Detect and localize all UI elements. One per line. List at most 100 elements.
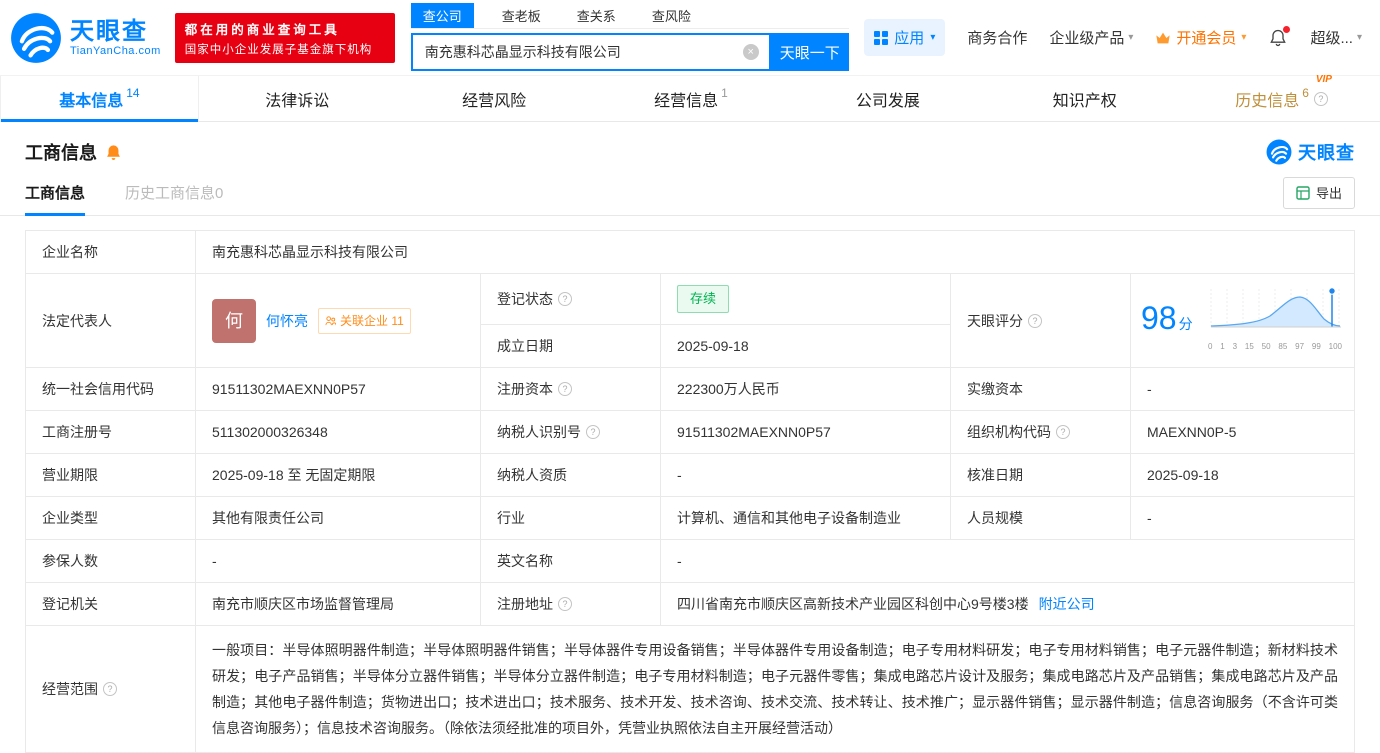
company-type-label: 企业类型 [25, 496, 196, 540]
notification-dot [1283, 25, 1291, 33]
score-chart: 01 3 15 50 85 97 99 100 [1208, 285, 1344, 357]
apps-button[interactable]: 应用 ▾ [864, 19, 946, 56]
search-tab-company[interactable]: 查公司 [410, 3, 474, 28]
promo-line2: 国家中小企业发展子基金旗下机构 [184, 43, 373, 56]
search-input[interactable] [412, 44, 743, 60]
promo-line1: 都在用的商业查询工具 [184, 22, 340, 37]
related-companies-badge[interactable]: 关联企业 11 [318, 307, 411, 334]
export-label: 导出 [1315, 186, 1342, 201]
people-icon [325, 316, 336, 326]
reg-status-value: 存续 [660, 273, 951, 325]
english-name-value: - [660, 539, 1355, 583]
brand-text: 天眼查 [1298, 143, 1355, 163]
help-icon[interactable]: ? [1313, 91, 1328, 106]
company-type-value: 其他有限责任公司 [195, 496, 481, 540]
org-code-value: MAEXNN0P-5 [1130, 410, 1355, 454]
help-icon[interactable]: ? [558, 382, 572, 396]
super-vip-link[interactable]: 超级... ▾ [1310, 27, 1362, 48]
credit-code-label: 统一社会信用代码 [25, 367, 196, 411]
help-icon[interactable]: ? [558, 597, 572, 611]
crown-icon [1156, 32, 1171, 43]
search-button[interactable]: 天眼一下 [770, 33, 849, 71]
org-code-label: 组织机构代码? [950, 410, 1131, 454]
industry-value: 计算机、通信和其他电子设备制造业 [660, 496, 951, 540]
tab-count: 14 [126, 85, 140, 100]
reg-capital-label: 注册资本? [480, 367, 661, 411]
table-row: 企业类型 其他有限责任公司 行业 计算机、通信和其他电子设备制造业 人员规模 - [25, 496, 1355, 540]
apps-label: 应用 [894, 30, 925, 47]
tab-legal-proceedings[interactable]: 法律诉讼 [199, 76, 396, 121]
avatar[interactable]: 何 [212, 298, 256, 343]
export-icon [1296, 185, 1310, 200]
header-right: 应用 ▾ 商务合作 企业级产品 ▾ 开通会员 ▾ 超级... ▾ [864, 19, 1362, 56]
reg-address-label: 注册地址? [480, 582, 661, 626]
tab-history-info[interactable]: 历史信息 6 ? VIP [1183, 73, 1380, 121]
subtab-history-business-info[interactable]: 历史工商信息0 [125, 170, 223, 215]
taxpayer-id-value: 91511302MAEXNN0P57 [660, 410, 951, 454]
business-cooperation-link[interactable]: 商务合作 [967, 27, 1027, 48]
enterprise-product-link[interactable]: 企业级产品 ▾ [1049, 27, 1133, 48]
tab-intellectual-property[interactable]: 知识产权 [986, 76, 1183, 121]
search-box: × [410, 33, 771, 71]
insured-count-label: 参保人数 [25, 539, 196, 583]
taxpayer-quality-label: 纳税人资质 [480, 453, 661, 497]
legal-rep-link[interactable]: 何怀亮 [266, 311, 308, 331]
brand-watermark: 天眼查 [1266, 139, 1355, 165]
monitor-bell-icon[interactable] [105, 144, 122, 161]
tianyancha-logo-icon [10, 12, 62, 64]
credit-code-value: 91511302MAEXNN0P57 [195, 367, 481, 411]
insured-count-value: - [195, 539, 481, 583]
score-value: 98 分 [1141, 299, 1193, 336]
tab-label: 历史信息 [1235, 92, 1300, 110]
logo-title: 天眼查 [70, 17, 148, 45]
taxpayer-quality-value: - [660, 453, 951, 497]
search-tabs: 查公司 查老板 查关系 查风险 [410, 3, 849, 29]
tab-basic-info[interactable]: 基本信息 14 [0, 76, 199, 122]
help-icon[interactable]: ? [103, 682, 117, 696]
paid-capital-value: - [1130, 367, 1355, 411]
nearby-companies-link[interactable]: 附近公司 [1039, 596, 1095, 612]
header: 天眼查 TianYanCha.com 都在用的商业查询工具 国家中小企业发展子基… [0, 0, 1380, 75]
approval-date-value: 2025-09-18 [1130, 453, 1355, 497]
table-row: 法定代表人 何 何怀亮 关联企业 11 登记状态 ? 存续 天眼评分 ? 98 … [25, 273, 1355, 368]
open-vip-label: 开通会员 [1176, 30, 1237, 47]
subtab-row: 工商信息 历史工商信息0 导出 [0, 170, 1380, 216]
table-row: 登记机关 南充市顺庆区市场监督管理局 注册地址? 四川省南充市顺庆区高新技术产业… [25, 582, 1355, 626]
staff-size-label: 人员规模 [950, 496, 1131, 540]
tab-operating-risk[interactable]: 经营风险 [396, 76, 593, 121]
business-scope-value: 一般项目：半导体照明器件制造；半导体照明器件销售；半导体器件专用设备销售；半导体… [195, 625, 1355, 753]
establish-date-label: 成立日期 [480, 324, 661, 368]
help-icon[interactable]: ? [1056, 425, 1070, 439]
score-axis: 01 3 15 50 85 97 99 100 [1208, 341, 1342, 351]
reg-authority-value: 南充市顺庆区市场监督管理局 [195, 582, 481, 626]
search-tab-risk[interactable]: 查风险 [644, 3, 699, 28]
help-icon[interactable]: ? [558, 292, 572, 306]
tianyancha-logo[interactable]: 天眼查 TianYanCha.com [10, 12, 161, 64]
notification-bell[interactable] [1268, 25, 1291, 48]
tab-company-development[interactable]: 公司发展 [789, 76, 986, 121]
paid-capital-label: 实缴资本 [950, 367, 1131, 411]
chevron-down-icon: ▾ [930, 32, 936, 43]
tab-count: 6 [1302, 85, 1309, 100]
chevron-down-icon: ▾ [1241, 32, 1247, 43]
logo-subtitle: TianYanCha.com [70, 44, 161, 57]
tab-label: 基本信息 [59, 92, 124, 110]
tab-operating-info[interactable]: 经营信息 1 [593, 76, 790, 121]
clear-icon[interactable]: × [742, 44, 759, 60]
table-row: 工商注册号 511302000326348 纳税人识别号? 91511302MA… [25, 410, 1355, 454]
tab-count: 1 [721, 85, 728, 100]
search-tab-boss[interactable]: 查老板 [494, 3, 549, 28]
help-icon[interactable]: ? [586, 425, 600, 439]
vip-badge: VIP [1315, 73, 1332, 85]
help-icon[interactable]: ? [1028, 313, 1042, 328]
reg-address-value: 四川省南充市顺庆区高新技术产业园区科创中心9号楼3楼 附近公司 [660, 582, 1355, 626]
taxpayer-id-label: 纳税人识别号? [480, 410, 661, 454]
score-cell: 98 分 0 1 3 15 50 85 97 99 100 [1130, 273, 1355, 368]
export-button[interactable]: 导出 [1282, 176, 1355, 209]
tab-label: 经营风险 [462, 92, 527, 110]
open-vip-link[interactable]: 开通会员 ▾ [1155, 27, 1246, 48]
search-tab-relation[interactable]: 查关系 [569, 3, 624, 28]
subtab-business-info[interactable]: 工商信息 [25, 170, 86, 216]
tianyancha-logo-icon [1266, 139, 1292, 165]
status-badge: 存续 [677, 285, 730, 313]
